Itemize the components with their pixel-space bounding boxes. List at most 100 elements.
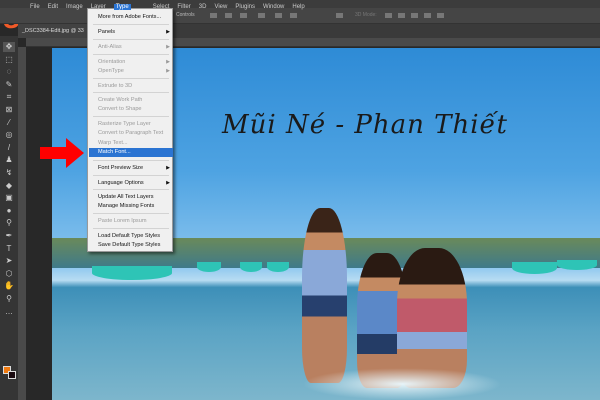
more-icon[interactable]: [336, 13, 343, 18]
menu-item-font-preview-size[interactable]: Font Preview Size ▶: [89, 164, 173, 173]
lasso-tool-icon[interactable]: ◌: [3, 67, 15, 77]
3d-rotate-icon[interactable]: [385, 13, 392, 18]
menu-image[interactable]: Image: [66, 4, 83, 10]
distribute-icon[interactable]: [258, 13, 265, 18]
hand-tool-icon[interactable]: ✋: [3, 281, 15, 291]
stamp-tool-icon[interactable]: ♟: [3, 155, 15, 165]
menu-separator: [93, 54, 169, 55]
distribute-icon[interactable]: [275, 13, 282, 18]
zoom-tool-icon[interactable]: ⚲: [3, 294, 15, 304]
water-splash: [302, 368, 502, 400]
type-tool-icon[interactable]: T: [3, 244, 15, 254]
controls-label: Controls: [176, 12, 195, 18]
more-tool-icon[interactable]: …: [3, 307, 15, 317]
boat: [197, 262, 221, 272]
menu-separator: [93, 189, 169, 190]
menu-item-language-options[interactable]: Language Options ▶: [89, 179, 173, 188]
submenu-arrow-icon: ▶: [166, 29, 170, 35]
menu-item-update-all-text-layers[interactable]: Update All Text Layers: [89, 193, 173, 202]
move-tool-icon[interactable]: ✥: [3, 42, 15, 52]
vertical-ruler: [18, 47, 26, 400]
menu-item-label: Font Preview Size: [98, 165, 144, 171]
menu-item-label: Panels: [98, 29, 116, 35]
shape-tool-icon[interactable]: ⬡: [3, 269, 15, 279]
crop-tool-icon[interactable]: ⌗: [3, 92, 15, 102]
menu-item-label: Rasterize Type Layer: [98, 121, 151, 127]
menu-help[interactable]: Help: [292, 4, 304, 10]
menu-plugins[interactable]: Plugins: [235, 4, 255, 10]
menu-item-orientation: Orientation ▶: [89, 58, 173, 67]
image-caption: Mũi Né - Phan Thiết: [222, 110, 508, 140]
menu-item-label: Load Default Type Styles: [98, 233, 161, 239]
menu-item-more-from-adobe-fonts[interactable]: More from Adobe Fonts...: [89, 13, 173, 22]
boat: [557, 260, 597, 270]
menu-separator: [93, 228, 169, 229]
menu-item-label: Create Work Path: [98, 97, 143, 103]
3d-pan-icon[interactable]: [411, 13, 418, 18]
menu-item-panels[interactable]: Panels ▶: [89, 28, 173, 37]
gradient-tool-icon[interactable]: ▣: [3, 193, 15, 203]
menu-separator: [93, 175, 169, 176]
brush-tool-icon[interactable]: /: [3, 143, 15, 153]
menu-type[interactable]: Type: [113, 4, 131, 10]
submenu-arrow-icon: ▶: [166, 59, 170, 65]
healing-tool-icon[interactable]: ◎: [3, 130, 15, 140]
3d-scale-icon[interactable]: [437, 13, 444, 18]
menu-item-manage-missing-fonts[interactable]: Manage Missing Fonts: [89, 202, 173, 211]
menu-file[interactable]: File: [30, 4, 40, 10]
align-icon[interactable]: [225, 13, 232, 18]
menu-item-rasterize-type-layer: Rasterize Type Layer: [89, 120, 173, 129]
menu-filter[interactable]: Filter: [177, 4, 190, 10]
eyedropper-tool-icon[interactable]: ⁄: [3, 118, 15, 128]
menu-separator: [93, 39, 169, 40]
menu-separator: [93, 213, 169, 214]
blur-tool-icon[interactable]: ●: [3, 206, 15, 216]
menu-item-convert-to-paragraph-text: Convert to Paragraph Text: [89, 129, 173, 138]
menu-item-anti-alias: Anti-Alias ▶: [89, 43, 173, 52]
pen-tool-icon[interactable]: ✒: [3, 231, 15, 241]
distribute-icon[interactable]: [290, 13, 297, 18]
background-color-swatch[interactable]: [8, 371, 16, 379]
menu-separator: [93, 116, 169, 117]
3d-slide-icon[interactable]: [424, 13, 431, 18]
menu-view[interactable]: View: [214, 4, 227, 10]
history-brush-tool-icon[interactable]: ↯: [3, 168, 15, 178]
menu-item-create-work-path: Create Work Path: [89, 96, 173, 105]
menu-window[interactable]: Window: [263, 4, 284, 10]
menu-item-warp-text: Warp Text...: [89, 139, 173, 148]
menu-item-load-default-type-styles[interactable]: Load Default Type Styles: [89, 232, 173, 241]
eraser-tool-icon[interactable]: ◆: [3, 181, 15, 191]
menu-item-match-font[interactable]: Match Font...: [89, 148, 173, 157]
menu-item-label: Match Font...: [98, 149, 131, 155]
menu-item-label: Language Options: [98, 180, 144, 186]
menu-edit[interactable]: Edit: [48, 4, 58, 10]
document-tab[interactable]: _DSC3384-Edit.jpg @ 33: [18, 24, 88, 38]
boat: [512, 262, 557, 274]
type-menu-dropdown: More from Adobe Fonts... Panels ▶ Anti-Alia…: [87, 8, 173, 252]
align-icon[interactable]: [240, 13, 247, 18]
dodge-tool-icon[interactable]: ⚲: [3, 218, 15, 228]
boat: [267, 262, 289, 272]
marquee-tool-icon[interactable]: ⬚: [3, 55, 15, 65]
frame-tool-icon[interactable]: ⊠: [3, 105, 15, 115]
menu-layer[interactable]: Layer: [91, 4, 106, 10]
menu-item-convert-to-shape: Convert to Shape: [89, 105, 173, 114]
menu-item-label: Warp Text...: [98, 140, 128, 146]
menu-separator: [93, 24, 169, 25]
menu-bar: File Edit Image Layer Type Select Filter 3D View…: [0, 0, 600, 10]
menu-item-label: Extrude to 3D: [98, 83, 133, 89]
menu-item-label: Anti-Alias: [98, 44, 122, 50]
quick-select-tool-icon[interactable]: ✎: [3, 80, 15, 90]
menu-select[interactable]: Select: [153, 4, 170, 10]
menu-item-save-default-type-styles[interactable]: Save Default Type Styles: [89, 241, 173, 250]
submenu-arrow-icon: ▶: [166, 44, 170, 50]
path-select-tool-icon[interactable]: ➤: [3, 256, 15, 266]
child-figure: [302, 208, 347, 383]
menu-item-opentype: OpenType ▶: [89, 67, 173, 76]
menu-separator: [93, 78, 169, 79]
menu-3d[interactable]: 3D: [199, 4, 207, 10]
align-icon[interactable]: [210, 13, 217, 18]
menu-separator: [93, 160, 169, 161]
menu-item-label: More from Adobe Fonts...: [98, 14, 162, 20]
3d-roll-icon[interactable]: [398, 13, 405, 18]
